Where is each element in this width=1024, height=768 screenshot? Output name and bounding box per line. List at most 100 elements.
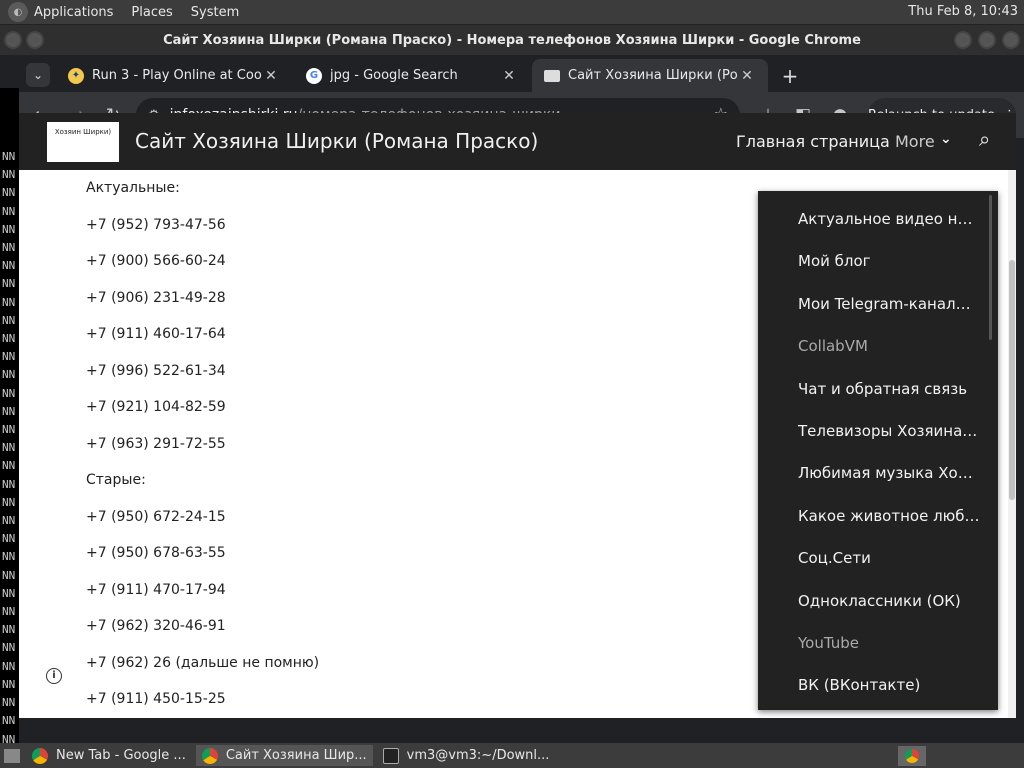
dropdown-item[interactable]: Одноклассники (ОК): [758, 580, 980, 622]
terminal-line: NN: [2, 714, 16, 728]
section-heading: Актуальные:: [86, 180, 180, 196]
phone-number: +7 (906) 231-49-28: [86, 289, 226, 306]
scrollbar-thumb[interactable]: [1009, 260, 1015, 500]
phone-number: +7 (911) 460-17-64: [86, 326, 226, 342]
dropdown-item[interactable]: Соц.Сети: [758, 537, 980, 579]
google-icon: G: [306, 67, 322, 84]
terminal-line: NN: [2, 550, 16, 564]
show-desktop-icon[interactable]: [4, 748, 20, 763]
tab-site-active[interactable]: Сайт Хозяина Ширки (Рома ✕: [532, 59, 768, 92]
terminal-line: NN: [2, 568, 16, 582]
clock[interactable]: Thu Feb 8, 10:43: [908, 4, 1018, 19]
window-title: Сайт Хозяина Ширки (Романа Праско) - Ном…: [163, 32, 861, 48]
dropdown-scrollbar[interactable]: [989, 195, 992, 340]
tab-search-button[interactable]: ⌄: [26, 63, 50, 87]
dropdown-item[interactable]: CollabVM: [758, 325, 980, 367]
terminal-line: NN: [2, 423, 16, 437]
phone-number: +7 (962) 320-46-91: [86, 618, 226, 634]
top-panel: ◐ Applications Places System Thu Feb 8, …: [0, 0, 1024, 25]
minimize-button[interactable]: [954, 31, 972, 49]
tab-strip: ⌄ ✦ Run 3 - Play Online at Coolm ✕ G jpg…: [0, 55, 1024, 92]
dropdown-item[interactable]: Телевизоры Хозяина ...: [758, 410, 980, 452]
dropdown-item[interactable]: Любимая музыка Хозя...: [758, 452, 980, 494]
tab-coolmath[interactable]: ✦ Run 3 - Play Online at Coolm ✕: [56, 59, 292, 92]
dropdown-item[interactable]: Актуальное видео на Y...: [758, 198, 980, 240]
terminal-line: NN: [2, 368, 16, 382]
terminal-line: NN: [2, 586, 16, 600]
chevron-down-icon[interactable]: ⌄: [940, 131, 952, 147]
dropdown-item[interactable]: Мой блог: [758, 240, 980, 282]
taskbar-item-site[interactable]: Сайт Хозяина Шир...: [195, 745, 373, 766]
site-icon: [544, 69, 560, 82]
menu-applications[interactable]: Applications: [34, 5, 113, 20]
taskbar-item-label: vm3@vm3:~/Downl...: [406, 748, 550, 763]
dropdown-item[interactable]: Мои Telegram-каналы/...: [758, 283, 980, 325]
close-tab-icon[interactable]: ✕: [262, 68, 280, 84]
phone-list: Актуальные: +7 (952) 793-47-56 +7 (900) 56…: [86, 170, 686, 718]
new-tab-button[interactable]: +: [778, 64, 802, 88]
site-header: Хозяин Ширки) Сайт Хозяина Ширки (Романа…: [19, 113, 1016, 170]
terminal-line: NN: [2, 641, 16, 655]
phone-number: +7 (952) 793-47-56: [86, 216, 226, 233]
page-viewport: Хозяин Ширки) Сайт Хозяина Ширки (Романа…: [19, 113, 1016, 718]
terminal-line: NN: [2, 404, 16, 418]
terminal-line: NN: [2, 514, 16, 528]
nav-home-link[interactable]: Главная страница: [736, 132, 890, 151]
menu-places[interactable]: Places: [131, 5, 172, 20]
chrome-icon: [201, 747, 218, 764]
terminal-line: NN: [2, 332, 16, 346]
terminal-line: NN: [2, 441, 16, 455]
page-scrollbar[interactable]: [1008, 170, 1016, 718]
terminal-line: NN: [2, 277, 16, 291]
dropdown-item[interactable]: ВК (ВКонтакте): [758, 664, 980, 706]
phone-number: +7 (900) 566-60-24: [86, 253, 226, 269]
terminal-line: NN: [2, 623, 16, 637]
search-icon[interactable]: ⌕: [979, 127, 990, 151]
phone-number: +7 (996) 522-61-34: [86, 362, 226, 379]
tab-title: jpg - Google Search: [330, 68, 458, 83]
terminal-icon: [382, 747, 399, 764]
menu-system[interactable]: System: [191, 5, 239, 20]
terminal-line: NN: [2, 696, 16, 710]
close-tab-icon[interactable]: ✕: [500, 68, 518, 84]
nav-more-button[interactable]: More: [895, 132, 935, 151]
distro-logo-icon[interactable]: ◐: [8, 2, 28, 22]
mouse-cursor-icon: ➤: [962, 167, 976, 186]
phone-number: +7 (962) 26 (дальше не помню): [86, 654, 320, 671]
section-heading: Старые:: [86, 472, 146, 488]
window-title-bar[interactable]: Сайт Хозяина Ширки (Романа Праско) - Ном…: [0, 25, 1024, 55]
chevron-down-icon: ⌄: [32, 68, 44, 82]
terminal-line: NN: [2, 313, 16, 327]
dropdown-item[interactable]: Чат и обратная связь: [758, 368, 980, 410]
terminal-line: NN: [2, 386, 16, 400]
phone-number: +7 (911) 450-15-25: [86, 691, 226, 707]
terminal-line: NN: [2, 532, 16, 546]
phone-number: +7 (921) 104-82-59: [86, 399, 226, 415]
phone-number: +7 (911) 470-17-94: [86, 581, 226, 598]
close-tab-icon[interactable]: ✕: [738, 68, 756, 84]
more-dropdown-menu: Актуальное видео на Y... Мой блог Мои Tele…: [758, 191, 998, 710]
site-title[interactable]: Сайт Хозяина Ширки (Романа Праско): [135, 129, 538, 153]
site-logo[interactable]: Хозяин Ширки): [47, 122, 119, 162]
window-menu-icon[interactable]: [4, 31, 22, 49]
info-icon[interactable]: i: [46, 668, 62, 684]
terminal-line: NN: [2, 150, 16, 163]
taskbar: New Tab - Google ... Сайт Хозяина Шир...…: [0, 743, 1024, 768]
dropdown-item[interactable]: Какое животное любит?: [758, 495, 980, 537]
taskbar-item-label: Сайт Хозяина Шир...: [225, 748, 367, 763]
dropdown-item[interactable]: YouTube: [758, 622, 980, 664]
window-pin-icon[interactable]: [26, 31, 44, 49]
workspace-switcher[interactable]: [898, 746, 926, 766]
close-window-button[interactable]: [1002, 31, 1020, 49]
coolmath-icon: ✦: [68, 67, 84, 84]
phone-number: +7 (963) 291-72-55: [86, 435, 226, 452]
terminal-line: NN: [2, 222, 16, 236]
terminal-line: NN: [2, 168, 16, 182]
taskbar-item-label: New Tab - Google ...: [56, 748, 186, 763]
phone-number: +7 (950) 672-24-15: [86, 508, 226, 525]
tab-google-search[interactable]: G jpg - Google Search ✕: [294, 59, 530, 92]
background-terminal: NN NN NN NN NN NN NN NN NN NN NN NN NN NN NN NN NN NN NN NN…: [0, 88, 19, 768]
taskbar-item-new-tab[interactable]: New Tab - Google ...: [26, 745, 192, 766]
maximize-button[interactable]: [978, 31, 996, 49]
taskbar-item-terminal[interactable]: vm3@vm3:~/Downl...: [377, 745, 556, 766]
